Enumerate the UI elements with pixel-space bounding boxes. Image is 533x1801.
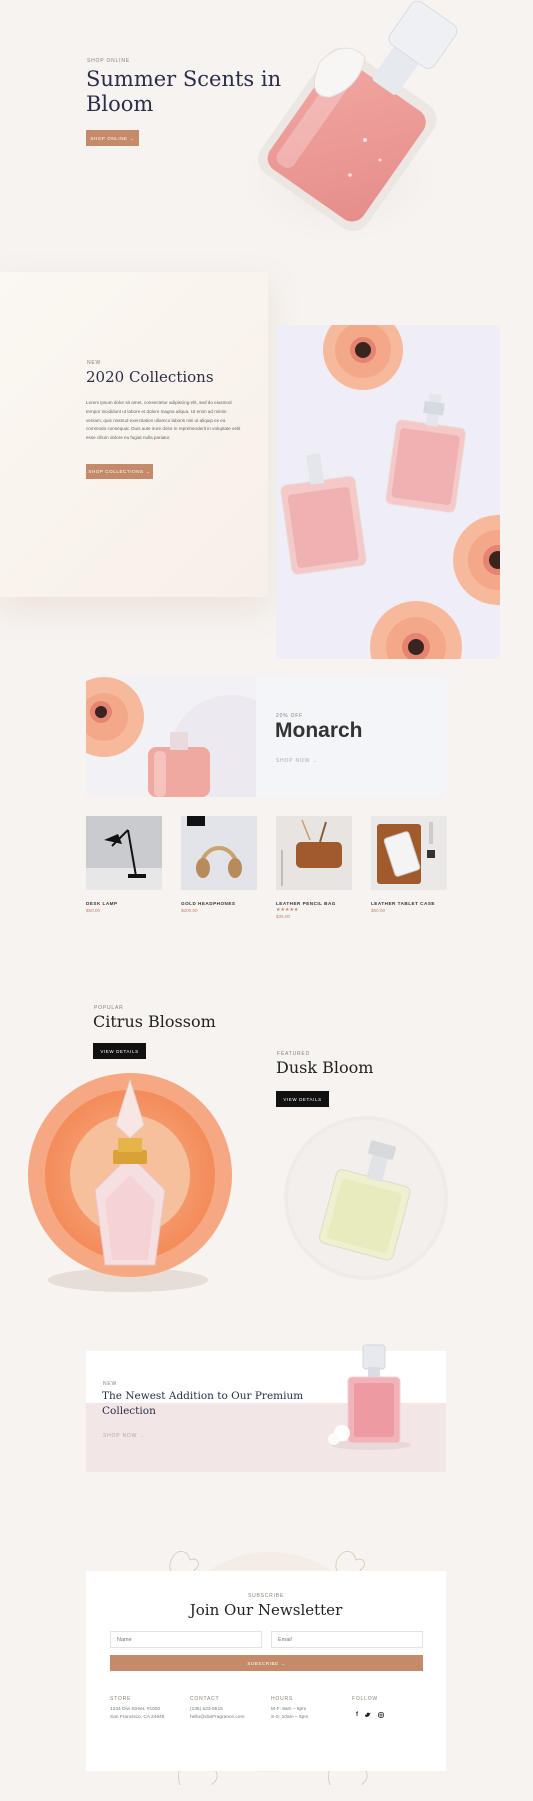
product-rating: ★★★★★ [276,907,299,913]
product-card[interactable]: DESK LAMP $50.00 [86,816,162,913]
product-grid: DESK LAMP $50.00 GOLD HEADPHONES $200.00… [86,816,448,919]
email-input[interactable] [271,1631,423,1648]
product-name[interactable]: DESK LAMP [86,901,162,906]
product-name[interactable]: GOLD HEADPHONES [181,901,257,906]
product-price: $200.00 [181,908,198,913]
premium-title-line1: The Newest Addition to Our Premium [102,1390,304,1402]
newsletter-card: SUBSCRIBE Join Our Newsletter SUBSCRIBE … [86,1571,446,1771]
product-card[interactable]: LEATHER TABLET CASE $60.00 [371,816,447,913]
hours-line2: S-S: 10am – 5pm [271,1715,309,1720]
contact-phone[interactable]: (135) 523-5515 [190,1707,244,1712]
monarch-image [86,677,256,797]
hours-line1: M-F: 9am – 6pm [271,1707,307,1712]
follow-heading: FOLLOW [352,1696,378,1702]
collections-title: 2020 Collections [86,368,214,386]
store-line1: 1234 Divi Street, #1000 [110,1707,161,1712]
product-name[interactable]: LEATHER TABLET CASE [371,901,447,906]
premium-shop-link[interactable]: SHOP NOW → [103,1433,145,1439]
hero-perfume-image [250,0,458,250]
dusk-bloom-image [284,1116,448,1280]
dusk-eyebrow: FEATURED [277,1051,310,1057]
twitter-icon[interactable] [365,1712,371,1718]
social-icons: f [352,1712,384,1718]
newsletter-section: SUBSCRIBE Join Our Newsletter SUBSCRIBE … [0,1540,533,1801]
collections-body: Lorem ipsum dolor sit amet, consectetur … [86,400,241,441]
collections-perfume-image [276,325,500,659]
shop-online-button[interactable]: SHOP ONLINE → [86,130,139,146]
leather-pencil-bag-image [276,816,352,890]
instagram-icon[interactable] [378,1712,384,1718]
monarch-title: Monarch [275,719,363,742]
premium-eyebrow: NEW [103,1381,118,1387]
premium-title: The Newest Addition to Our Premium Colle… [102,1389,322,1419]
collections-section: NEW 2020 Collections Lorem ipsum dolor s… [0,270,533,670]
shop-collections-button[interactable]: SHOP COLLECTIONS → [86,464,153,479]
monarch-shop-link[interactable]: SHOP NOW → [276,758,318,764]
store-heading: STORE [110,1696,132,1702]
premium-perfume-image [328,1344,411,1450]
product-price: $50.00 [86,908,101,913]
contact-heading: CONTACT [190,1696,220,1702]
hours-heading: HOURS [271,1696,294,1702]
citrus-blossom-image [28,1073,232,1292]
product-card[interactable]: LEATHER PENCIL BAG ★★★★★ $35.00 [276,816,352,919]
featured-fragrances-section: POPULAR Citrus Blossom VIEW DETAILS FEAT… [0,990,533,1320]
contact-email[interactable]: hello@diviFragrance.com [190,1715,244,1720]
hero-eyebrow: SHOP ONLINE [87,58,130,64]
product-price: $35.00 [276,914,291,919]
footer-contact: CONTACT (135) 523-5515 hello@diviFragran… [190,1696,244,1720]
premium-banner: NEW The Newest Addition to Our Premium C… [86,1344,446,1472]
footer-store: STORE 1234 Divi Street, #1000 San Franci… [110,1696,164,1720]
product-name[interactable]: LEATHER PENCIL BAG [276,901,352,906]
citrus-view-details-button[interactable]: VIEW DETAILS [93,1043,146,1059]
monarch-banner: 20% OFF Monarch SHOP NOW → [86,677,446,797]
newsletter-eyebrow: SUBSCRIBE [247,1593,285,1599]
product-card[interactable]: GOLD HEADPHONES $200.00 [181,816,257,913]
collections-eyebrow: NEW [87,360,102,366]
desk-lamp-image [86,816,162,890]
hero-section: SHOP ONLINE Summer Scents in Bloom SHOP … [0,0,533,270]
dusk-view-details-button[interactable]: VIEW DETAILS [276,1091,329,1107]
citrus-title: Citrus Blossom [93,1012,216,1031]
collections-card: NEW 2020 Collections Lorem ipsum dolor s… [0,272,268,597]
product-price: $60.00 [371,908,386,913]
facebook-icon[interactable]: f [356,1712,358,1718]
leather-tablet-case-image [371,816,447,890]
dusk-title: Dusk Bloom [276,1058,374,1077]
premium-title-line2: Collection [102,1405,156,1417]
newsletter-title: Join Our Newsletter [189,1601,343,1619]
name-input[interactable] [110,1631,262,1648]
store-line2: San Francisco, CA 24948 [110,1715,165,1720]
subscribe-button[interactable]: SUBSCRIBE → [110,1655,423,1671]
citrus-eyebrow: POPULAR [94,1005,124,1011]
gold-headphones-image [181,816,257,890]
footer-follow: FOLLOW f [352,1696,384,1718]
footer-hours: HOURS M-F: 9am – 6pm S-S: 10am – 5pm [271,1696,308,1720]
